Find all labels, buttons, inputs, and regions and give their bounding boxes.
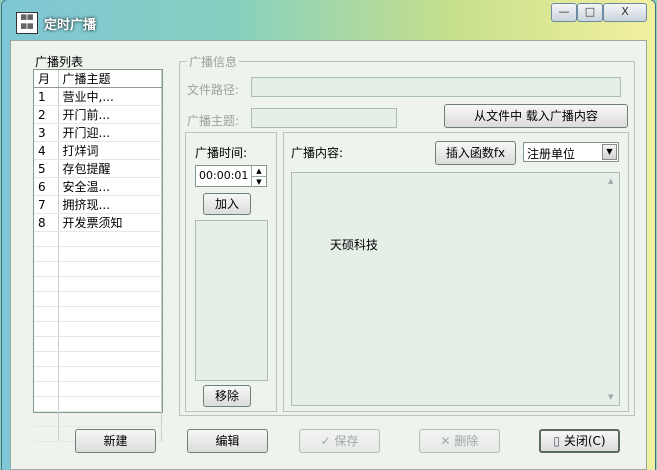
list-item-num: 8 [34, 213, 59, 232]
unit-select[interactable]: 注册单位 ▼ [523, 142, 619, 162]
chevron-down-icon[interactable]: ▼ [602, 144, 617, 160]
empty-row [34, 411, 162, 427]
delete-icon: ✕ [440, 434, 455, 448]
content-label: 广播内容: [291, 146, 344, 160]
main-window: ▦▦ ▦▦ 定时广播 — □ X 广播列表 月 广播主题 1 营业中,... 2 开门前… [2, 0, 655, 470]
list-item-blank [131, 177, 162, 196]
list-item-blank [131, 213, 162, 232]
time-label: 广播时间: [195, 146, 248, 160]
list-item[interactable]: 7 拥挤现... [34, 195, 162, 214]
empty-row [34, 246, 162, 262]
file-path-label: 文件路径: [187, 83, 240, 97]
list-item-topic: 开门前... [58, 105, 131, 124]
empty-row [34, 321, 162, 337]
title-bar[interactable]: ▦▦ ▦▦ 定时广播 — □ X [2, 0, 655, 40]
info-group-label: 广播信息 [187, 53, 240, 70]
file-path-input[interactable] [251, 77, 621, 97]
list-item-num: 1 [34, 87, 59, 106]
empty-row [34, 396, 162, 412]
table-header-row: 月 广播主题 [34, 70, 162, 88]
spinner-up-icon[interactable]: ▲ [251, 166, 266, 176]
list-item-topic: 拥挤现... [58, 195, 131, 214]
delete-button-label: 删除 [454, 434, 479, 448]
empty-row [34, 231, 162, 247]
broadcast-table: 月 广播主题 1 营业中,... 2 开门前... 3 开门迎... 4 打烊词 5 存包提醒 6 安… [34, 70, 162, 442]
list-item-blank [131, 105, 162, 124]
column-header-topic[interactable]: 广播主题 [58, 70, 131, 88]
empty-row [34, 261, 162, 277]
broadcast-list[interactable]: 月 广播主题 1 营业中,... 2 开门前... 3 开门迎... 4 打烊词 5 存包提醒 6 安… [33, 69, 163, 442]
time-list[interactable] [195, 220, 268, 381]
list-item-num: 4 [34, 141, 59, 160]
list-item-topic: 开门迎... [58, 123, 131, 142]
column-header-num[interactable]: 月 [34, 70, 59, 88]
empty-row [34, 381, 162, 397]
empty-row [34, 306, 162, 322]
close-window-button[interactable]: X [603, 3, 647, 22]
close-icon: X [621, 5, 629, 18]
delete-button[interactable]: ✕ 删除 [419, 429, 500, 453]
list-item-blank [131, 141, 162, 160]
content-text: 天硕科技 [330, 238, 379, 252]
scroll-down-icon[interactable]: ▼ [608, 393, 613, 401]
list-item-blank [131, 195, 162, 214]
list-item-num: 7 [34, 195, 59, 214]
close-button-label: 关闭(C) [563, 434, 606, 448]
empty-row [34, 276, 162, 292]
empty-row [34, 291, 162, 307]
list-item-blank [131, 159, 162, 178]
list-item[interactable]: 1 营业中,... [34, 87, 162, 106]
minimize-icon: — [558, 5, 570, 18]
time-spinner[interactable]: 00:00:01 ▲ ▼ [195, 165, 267, 187]
empty-row [34, 366, 162, 382]
list-item-num: 5 [34, 159, 59, 178]
list-item[interactable]: 6 安全温... [34, 177, 162, 196]
maximize-button[interactable]: □ [577, 3, 603, 22]
spinner-down-icon[interactable]: ▼ [251, 176, 266, 187]
edit-button[interactable]: 编辑 [187, 429, 268, 453]
content-textarea[interactable]: 天硕科技 ▲ ▼ [291, 172, 620, 406]
save-button[interactable]: ✓ 保存 [299, 429, 380, 453]
list-item-topic: 打烊词 [58, 141, 131, 160]
list-item-blank [131, 87, 162, 106]
remove-time-button[interactable]: 移除 [203, 385, 251, 407]
empty-row [34, 336, 162, 352]
list-panel-label: 广播列表 [33, 53, 86, 70]
list-item-topic: 开发票须知 [58, 213, 131, 232]
app-icon: ▦▦ ▦▦ [16, 12, 38, 34]
list-item[interactable]: 8 开发票须知 [34, 213, 162, 232]
list-item-topic: 营业中,... [58, 87, 131, 106]
insert-function-button[interactable]: 插入函数fx [435, 141, 516, 165]
topic-input[interactable] [251, 108, 397, 128]
list-item-blank [131, 123, 162, 142]
list-item-topic: 存包提醒 [58, 159, 131, 178]
list-item[interactable]: 4 打烊词 [34, 141, 162, 160]
list-item-num: 2 [34, 105, 59, 124]
minimize-button[interactable]: — [551, 3, 577, 22]
list-item[interactable]: 5 存包提醒 [34, 159, 162, 178]
maximize-icon: □ [584, 5, 596, 18]
list-item[interactable]: 2 开门前... [34, 105, 162, 124]
new-button[interactable]: 新建 [75, 429, 156, 453]
list-item-num: 3 [34, 123, 59, 142]
unit-select-value: 注册单位 [527, 147, 576, 161]
close-button[interactable]: ▯ 关闭(C) [539, 429, 620, 453]
column-header-blank [131, 70, 162, 88]
list-item-num: 6 [34, 177, 59, 196]
topic-label: 广播主题: [187, 114, 240, 128]
content-scrollbar[interactable]: ▲ ▼ [605, 173, 619, 405]
empty-row [34, 351, 162, 367]
client-area: 广播列表 月 广播主题 1 营业中,... 2 开门前... 3 开门迎... 4 打烊词 5 存… [10, 40, 647, 470]
add-time-button[interactable]: 加入 [203, 193, 251, 215]
time-value: 00:00:01 [199, 169, 249, 182]
window-title: 定时广播 [44, 18, 97, 33]
load-from-file-button[interactable]: 从文件中 载入广播内容 [444, 104, 628, 128]
save-button-label: 保存 [334, 434, 359, 448]
door-icon: ▯ [553, 434, 564, 448]
list-item[interactable]: 3 开门迎... [34, 123, 162, 142]
scroll-up-icon[interactable]: ▲ [608, 177, 613, 185]
list-item-topic: 安全温... [58, 177, 131, 196]
check-icon: ✓ [320, 434, 335, 448]
